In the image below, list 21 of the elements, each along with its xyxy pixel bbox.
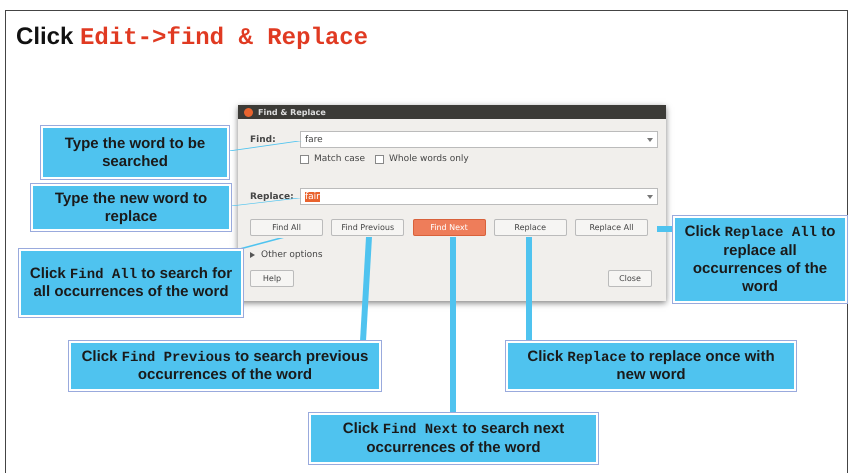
dialog-button[interactable]: Replace All xyxy=(575,219,648,236)
replace-label: Replace: xyxy=(250,192,295,202)
callout-text: Click Find Next to search next occurrences of the word xyxy=(342,420,566,457)
slide-heading: Click Edit->find & Replace xyxy=(16,23,368,52)
find-label: Find: xyxy=(250,134,277,144)
dialog-button[interactable]: Find All xyxy=(250,219,323,236)
callout-text: Click Find Previous to search previous occurrences of the word xyxy=(80,348,370,384)
expander-label[interactable]: Other options xyxy=(261,250,323,260)
dialog-button[interactable]: Replace xyxy=(494,219,567,236)
close-button[interactable]: Close xyxy=(608,270,652,287)
callout-text: Click Find All to search for all occurrences of the word xyxy=(28,264,234,302)
checkbox-label: Match case xyxy=(314,154,366,164)
checkbox-label: Whole words only xyxy=(389,154,469,164)
help-button[interactable]: Help xyxy=(250,270,294,287)
callout-text: Type the word to be searched xyxy=(64,134,206,170)
dialog-button[interactable]: Find Previous xyxy=(331,219,404,236)
window-title: Find & Replace xyxy=(258,108,326,116)
callout-text: Type the new word to replace xyxy=(54,190,208,226)
callout-text: Click Replace to replace once with new word xyxy=(526,348,776,384)
callout-text: Click Replace All to replace all occurrences of the word xyxy=(684,223,836,296)
find-field[interactable]: fare xyxy=(300,131,658,148)
